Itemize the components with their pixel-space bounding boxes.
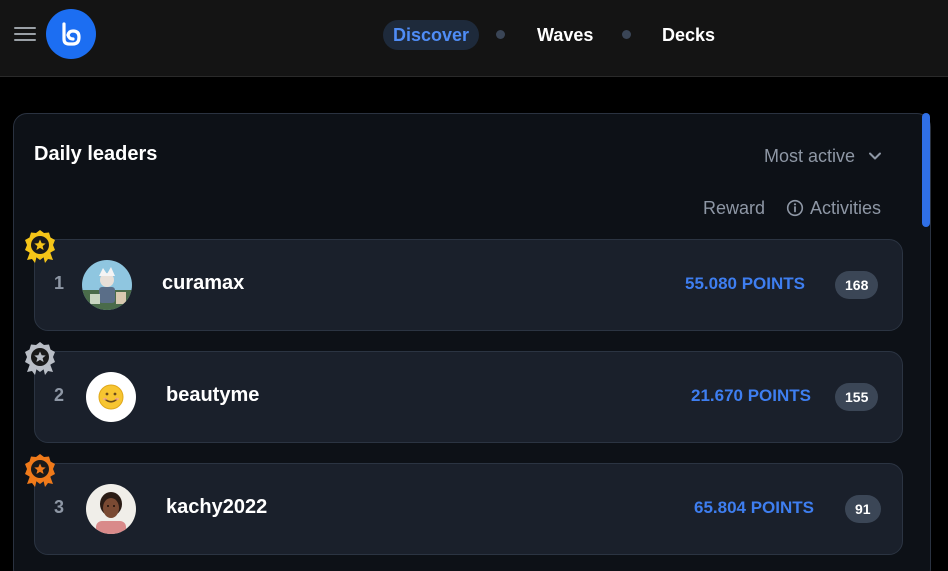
card-title: Daily leaders — [34, 143, 158, 165]
top-navigation-bar: Discover Waves Decks — [0, 0, 948, 77]
username[interactable]: kachy2022 — [166, 496, 267, 519]
tab-decks[interactable]: Decks — [662, 20, 715, 50]
reward-points: 65.804 POINTS — [694, 498, 815, 517]
avatar[interactable] — [86, 484, 136, 534]
rank-number: 3 — [54, 497, 65, 517]
nav-separator — [496, 30, 505, 39]
avatar[interactable] — [86, 372, 136, 422]
column-header-activities-label: Activities — [810, 198, 882, 218]
rank-number: 2 — [54, 385, 65, 405]
scrollbar-thumb[interactable] — [922, 113, 930, 227]
tab-discover[interactable]: Discover — [383, 20, 480, 50]
leaderboard-row[interactable]: 1 curamax 55.080 POINTS 168 — [34, 239, 903, 331]
sort-dropdown[interactable]: Most active — [764, 144, 883, 168]
gold-medal-icon — [25, 230, 55, 263]
nav-separator — [622, 30, 631, 39]
reward-points: 21.670 POINTS — [691, 386, 812, 405]
username[interactable]: beautyme — [166, 384, 259, 407]
silver-medal-icon — [25, 342, 55, 375]
activities-count-badge: 155 — [835, 383, 879, 411]
column-header-activities[interactable]: Activities — [786, 196, 881, 220]
leaderboard-row[interactable]: 3 kachy2022 65.804 POINTS 91 — [34, 463, 903, 555]
column-headers: Reward Activities — [14, 196, 930, 220]
tab-waves[interactable]: Waves — [537, 20, 593, 50]
bronze-medal-icon — [25, 454, 55, 487]
rank-number: 1 — [54, 273, 65, 293]
reward-points: 55.080 POINTS — [685, 274, 806, 293]
column-header-reward[interactable]: Reward — [703, 196, 765, 220]
sort-dropdown-value: Most active — [764, 145, 856, 166]
username[interactable]: curamax — [162, 272, 244, 295]
activities-count-badge: 168 — [835, 271, 879, 299]
activities-count-badge: 91 — [845, 495, 881, 523]
chevron-down-icon — [869, 152, 882, 160]
info-icon — [786, 199, 804, 217]
leaderboard-row[interactable]: 2 beautyme 21.670 POINTS 155 — [34, 351, 903, 443]
main-tabs: Discover Waves Decks — [0, 20, 948, 50]
avatar[interactable] — [82, 260, 132, 310]
